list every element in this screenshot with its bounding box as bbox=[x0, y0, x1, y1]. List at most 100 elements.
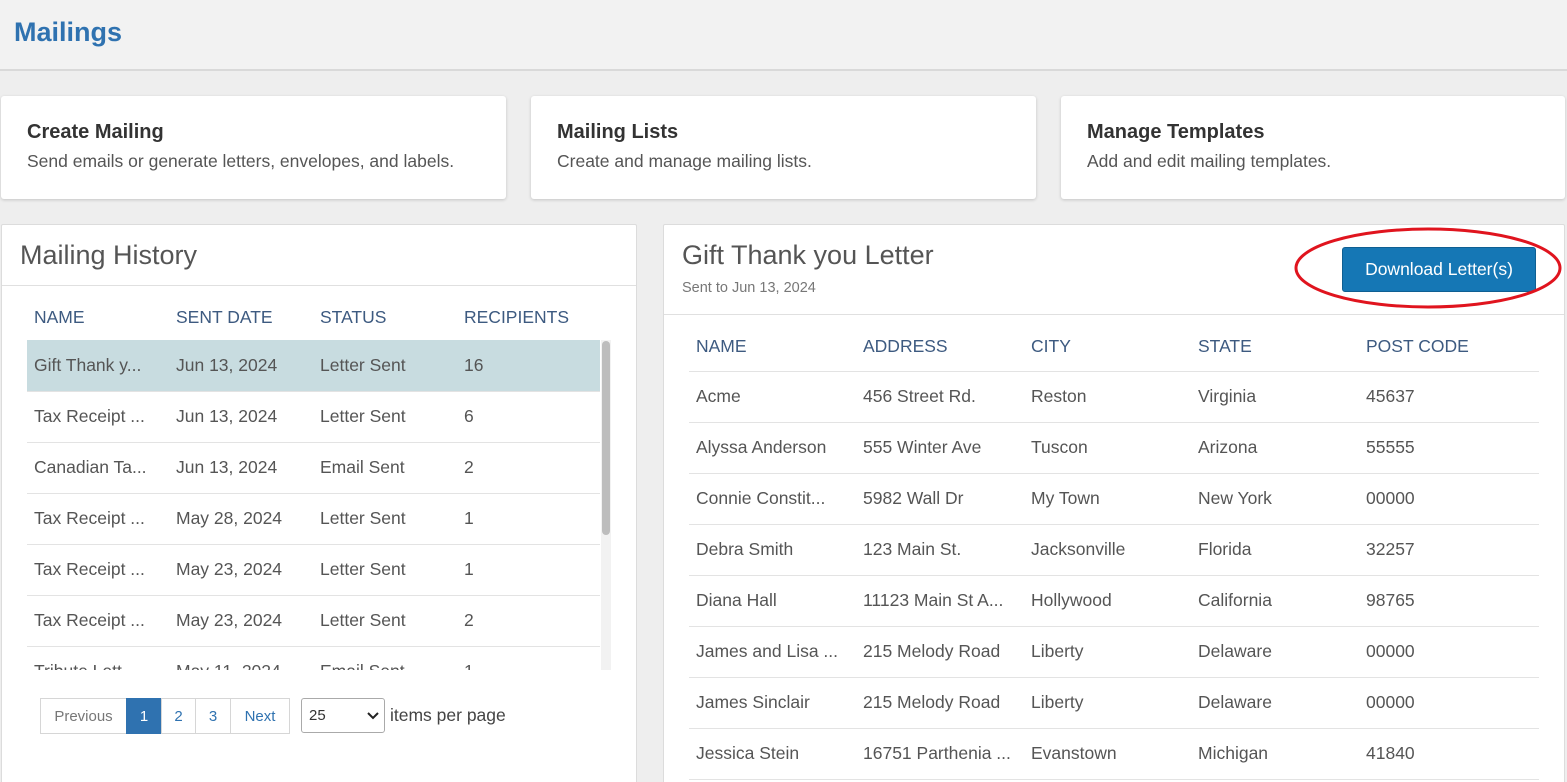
pagination: Previous 1 2 3 Next bbox=[40, 698, 290, 734]
table-cell: James and Lisa ... bbox=[689, 626, 856, 678]
pager-page-2[interactable]: 2 bbox=[161, 698, 196, 734]
table-cell: Connie Constit... bbox=[689, 473, 856, 525]
table-cell: Jun 13, 2024 bbox=[169, 340, 313, 392]
table-cell: 00000 bbox=[1359, 677, 1539, 729]
table-cell: Delaware bbox=[1191, 677, 1359, 729]
table-cell: 5982 Wall Dr bbox=[856, 473, 1024, 525]
table-row[interactable]: Tribute Lett...May 11, 2024Email Sent1 bbox=[27, 646, 600, 670]
table-cell: Jun 13, 2024 bbox=[169, 442, 313, 494]
table-cell: Hollywood bbox=[1024, 575, 1191, 627]
column-header-sent-date[interactable]: SENT DATE bbox=[169, 294, 313, 343]
highlight-ellipse-icon bbox=[1294, 227, 1562, 309]
table-cell: Reston bbox=[1024, 371, 1191, 423]
table-cell: 00000 bbox=[1359, 626, 1539, 678]
column-header-address[interactable]: ADDRESS bbox=[856, 323, 1024, 372]
create-mailing-card[interactable]: Create Mailing Send emails or generate l… bbox=[1, 96, 506, 199]
table-row[interactable]: Alyssa Anderson 555 Winter Ave Tuscon Arizo… bbox=[689, 422, 1539, 474]
table-cell: Tax Receipt ... bbox=[27, 544, 169, 596]
card-title: Manage Templates bbox=[1087, 121, 1265, 143]
table-cell: Letter Sent bbox=[313, 544, 457, 596]
table-row[interactable]: Canadian Ta... Jun 13, 2024 Email Sent 2 bbox=[27, 442, 600, 494]
table-cell: Liberty bbox=[1024, 626, 1191, 678]
table-cell: My Town bbox=[1024, 473, 1191, 525]
table-cell: Tax Receipt ... bbox=[27, 595, 169, 647]
items-per-page-label: items per page bbox=[390, 705, 506, 725]
table-cell: Tax Receipt ... bbox=[27, 391, 169, 443]
column-header-name[interactable]: NAME bbox=[27, 294, 169, 343]
card-title: Mailing Lists bbox=[557, 121, 679, 143]
table-row[interactable]: James Sinclair 215 Melody Road Liberty Dela… bbox=[689, 677, 1539, 729]
table-cell: May 28, 2024 bbox=[169, 493, 313, 545]
top-bar bbox=[0, 0, 1567, 71]
column-header-state[interactable]: STATE bbox=[1191, 323, 1359, 372]
table-row[interactable]: Connie Constit... 5982 Wall Dr My Town New … bbox=[689, 473, 1539, 525]
pager-page-3[interactable]: 3 bbox=[195, 698, 231, 734]
page-title: Mailings bbox=[14, 17, 123, 47]
table-cell: 98765 bbox=[1359, 575, 1539, 627]
table-cell: 00000 bbox=[1359, 473, 1539, 525]
table-row[interactable]: Gift Thank y... Jun 13, 2024 Letter Sent 16 bbox=[27, 340, 600, 392]
table-cell: May 11, 2024 bbox=[169, 646, 313, 670]
table-cell: Email Sent bbox=[313, 646, 457, 670]
table-cell: 16751 Parthenia ... bbox=[856, 728, 1024, 780]
column-header-post-code[interactable]: POST CODE bbox=[1359, 323, 1539, 372]
table-cell: 16 bbox=[457, 340, 600, 392]
manage-templates-card[interactable]: Manage Templates Add and edit mailing te… bbox=[1061, 96, 1565, 199]
column-header-city[interactable]: CITY bbox=[1024, 323, 1191, 372]
items-per-page-select[interactable]: 25 bbox=[301, 698, 385, 733]
table-row[interactable]: Acme 456 Street Rd. Reston Virginia 45637 bbox=[689, 371, 1539, 423]
table-cell: James Sinclair bbox=[689, 677, 856, 729]
table-cell: 123 Main St. bbox=[856, 524, 1024, 576]
column-header-name[interactable]: NAME bbox=[689, 323, 856, 372]
mailing-history-table: Gift Thank y... Jun 13, 2024 Letter Sent 16… bbox=[27, 340, 600, 670]
items-per-page-value: 25 bbox=[309, 707, 326, 724]
scrollbar-thumb[interactable] bbox=[602, 341, 610, 535]
table-cell: 215 Melody Road bbox=[856, 626, 1024, 678]
table-row[interactable]: Diana Hall 11123 Main St A... Hollywood Cal… bbox=[689, 575, 1539, 627]
table-cell: 2 bbox=[457, 595, 600, 647]
pager-previous-button[interactable]: Previous bbox=[40, 698, 127, 734]
table-cell: 41840 bbox=[1359, 728, 1539, 780]
table-cell: 555 Winter Ave bbox=[856, 422, 1024, 474]
table-cell: Canadian Ta... bbox=[27, 442, 169, 494]
recipients-table: NAME ADDRESS CITY STATE POST CODE Acme 45… bbox=[689, 323, 1539, 780]
table-cell: Debra Smith bbox=[689, 524, 856, 576]
mailing-detail-title: Gift Thank you Letter bbox=[682, 240, 934, 270]
table-cell: Letter Sent bbox=[313, 595, 457, 647]
table-cell: Letter Sent bbox=[313, 493, 457, 545]
mailing-history-scroll[interactable]: Gift Thank y... Jun 13, 2024 Letter Sent 16… bbox=[27, 340, 600, 670]
table-cell: California bbox=[1191, 575, 1359, 627]
panel-divider bbox=[664, 314, 1564, 315]
column-header-recipients[interactable]: RECIPIENTS bbox=[457, 294, 600, 343]
panel-divider bbox=[2, 285, 636, 286]
table-cell: Diana Hall bbox=[689, 575, 856, 627]
table-cell: 32257 bbox=[1359, 524, 1539, 576]
table-row[interactable]: Tax Receipt ... May 28, 2024 Letter Sent 1 bbox=[27, 493, 600, 545]
table-cell: Florida bbox=[1191, 524, 1359, 576]
mailing-detail-subtitle: Sent to Jun 13, 2024 bbox=[682, 280, 816, 296]
table-cell: Delaware bbox=[1191, 626, 1359, 678]
table-cell: Michigan bbox=[1191, 728, 1359, 780]
pager-page-1[interactable]: 1 bbox=[126, 698, 162, 734]
table-row[interactable]: Tax Receipt ... May 23, 2024 Letter Sent 1 bbox=[27, 544, 600, 596]
table-cell: 1 bbox=[457, 544, 600, 596]
table-row[interactable]: James and Lisa ... 215 Melody Road Liberty… bbox=[689, 626, 1539, 678]
mailing-lists-card[interactable]: Mailing Lists Create and manage mailing … bbox=[531, 96, 1036, 199]
table-cell: 456 Street Rd. bbox=[856, 371, 1024, 423]
mailing-history-header: NAME SENT DATE STATUS RECIPIENTS bbox=[27, 294, 600, 343]
column-header-status[interactable]: STATUS bbox=[313, 294, 457, 343]
card-description: Send emails or generate letters, envelop… bbox=[27, 151, 455, 171]
table-cell: 45637 bbox=[1359, 371, 1539, 423]
table-cell: Email Sent bbox=[313, 442, 457, 494]
table-cell: Jun 13, 2024 bbox=[169, 391, 313, 443]
table-row[interactable]: Jessica Stein 16751 Parthenia ... Evanstow… bbox=[689, 728, 1539, 780]
table-row[interactable]: Tax Receipt ... Jun 13, 2024 Letter Sent 6 bbox=[27, 391, 600, 443]
pager-next-button[interactable]: Next bbox=[230, 698, 290, 734]
table-cell: 2 bbox=[457, 442, 600, 494]
table-cell: May 23, 2024 bbox=[169, 544, 313, 596]
table-cell: Tax Receipt ... bbox=[27, 493, 169, 545]
table-row[interactable]: Debra Smith 123 Main St. Jacksonville Flori… bbox=[689, 524, 1539, 576]
table-cell: 11123 Main St A... bbox=[856, 575, 1024, 627]
table-cell: Virginia bbox=[1191, 371, 1359, 423]
table-row[interactable]: Tax Receipt ... May 23, 2024 Letter Sent 2 bbox=[27, 595, 600, 647]
